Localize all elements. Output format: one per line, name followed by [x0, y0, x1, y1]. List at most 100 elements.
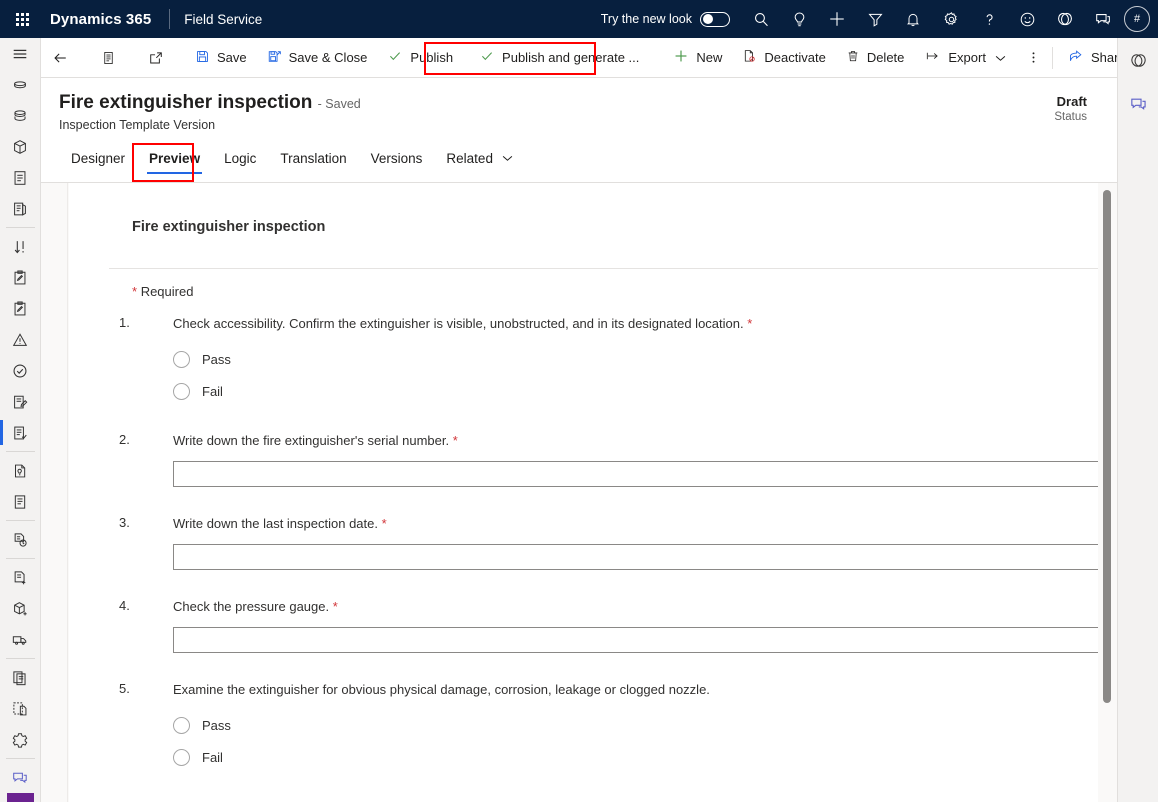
question-list: 1. Check accessibility. Confirm the exti… — [69, 315, 1110, 773]
question-label: Write down the fire extinguisher's seria… — [173, 433, 450, 448]
more-commands-button[interactable] — [1020, 38, 1047, 78]
option-label: Pass — [202, 717, 231, 733]
radio-option-pass[interactable]: Pass — [173, 709, 1098, 741]
question-text: Write down the last inspection date. * — [132, 515, 1098, 533]
document-icon[interactable] — [0, 486, 40, 517]
required-asterisk: * — [747, 316, 753, 331]
command-divider — [1051, 46, 1053, 69]
publish-button[interactable]: Publish — [377, 38, 463, 78]
radio-icon[interactable] — [173, 748, 190, 766]
delete-button[interactable]: Delete — [836, 38, 915, 78]
tab-preview[interactable]: Preview — [137, 143, 212, 176]
tab-translation[interactable]: Translation — [268, 143, 358, 176]
tab-logic[interactable]: Logic — [212, 143, 268, 176]
user-avatar[interactable]: # — [1124, 6, 1150, 32]
time-entry-icon[interactable] — [0, 524, 40, 555]
smiley-icon[interactable] — [1008, 0, 1046, 38]
assets-icon[interactable] — [0, 131, 40, 162]
app-avatar[interactable]: S — [6, 793, 34, 802]
chat-icon[interactable] — [1084, 0, 1122, 38]
rail-divider — [5, 520, 35, 521]
bell-icon[interactable] — [894, 0, 932, 38]
command-bar: Save Save & Close Publish Publish and ge… — [41, 38, 1145, 78]
schedule-board-icon[interactable] — [0, 193, 40, 224]
publish-and-generate-button[interactable]: Publish and generate ... — [469, 38, 649, 78]
inspection-template-icon[interactable] — [0, 293, 40, 324]
waffle-menu-icon[interactable] — [0, 0, 44, 38]
save-label: Save — [217, 50, 247, 65]
new-look-toggle[interactable] — [700, 11, 730, 27]
chevron-down-icon[interactable] — [993, 54, 1010, 62]
search-icon[interactable] — [742, 0, 780, 38]
scrollbar-thumb[interactable] — [1103, 190, 1111, 703]
lightbulb-icon[interactable] — [780, 0, 818, 38]
radio-icon[interactable] — [173, 716, 190, 734]
check-icon — [387, 49, 403, 66]
required-legend: * Required — [132, 284, 193, 299]
filter-icon[interactable] — [856, 0, 894, 38]
copilot-panel-icon[interactable] — [1118, 38, 1158, 82]
edit-template-icon[interactable] — [0, 386, 40, 417]
tab-versions[interactable]: Versions — [359, 143, 435, 176]
new-button[interactable]: New — [663, 38, 732, 78]
app-name[interactable]: Field Service — [184, 12, 262, 27]
pinned-icon[interactable] — [0, 100, 40, 131]
question-number: 2. — [119, 432, 130, 447]
site-map-icon[interactable] — [0, 38, 40, 69]
new-page-icon[interactable] — [0, 693, 40, 724]
feedback-chat-icon[interactable] — [0, 762, 40, 793]
purchase-order-icon[interactable] — [0, 624, 40, 655]
tab-related[interactable]: Related — [434, 142, 524, 176]
recent-icon[interactable] — [0, 69, 40, 100]
incident-icon[interactable] — [0, 324, 40, 355]
radio-option-fail[interactable]: Fail — [173, 741, 1098, 773]
back-button[interactable] — [41, 38, 80, 78]
pressure-gauge-input[interactable] — [173, 627, 1110, 653]
radio-option-pass[interactable]: Pass — [173, 343, 1098, 375]
inspection-icon[interactable] — [0, 262, 40, 293]
radio-icon[interactable] — [173, 382, 190, 400]
question-text: Write down the fire extinguisher's seria… — [132, 432, 1098, 450]
content-left-gutter — [41, 183, 68, 802]
settings-gear-icon[interactable] — [0, 724, 40, 755]
approval-icon[interactable] — [0, 355, 40, 386]
copilot-icon[interactable] — [1046, 0, 1084, 38]
add-document-icon[interactable] — [0, 562, 40, 593]
deactivate-button[interactable]: Deactivate — [732, 38, 835, 78]
chat-panel-icon[interactable] — [1118, 82, 1158, 126]
question-icon[interactable] — [970, 0, 1008, 38]
save-and-close-label: Save & Close — [288, 50, 368, 65]
export-label: Export — [948, 50, 986, 65]
form-divider — [109, 268, 1098, 269]
saved-indicator: - Saved — [317, 97, 361, 111]
tab-designer[interactable]: Designer — [59, 143, 137, 176]
serial-number-input[interactable] — [173, 461, 1110, 487]
inspection-template-version-icon[interactable] — [0, 417, 40, 448]
inspection-form-panel: Fire extinguisher inspection * Required … — [69, 183, 1110, 802]
radio-option-fail[interactable]: Fail — [173, 375, 1098, 407]
sort-priority-icon[interactable] — [0, 231, 40, 262]
insight-icon[interactable] — [0, 455, 40, 486]
save-and-close-button[interactable]: Save & Close — [257, 38, 378, 78]
save-close-icon — [267, 49, 282, 67]
gear-icon[interactable] — [932, 0, 970, 38]
add-product-icon[interactable] — [0, 593, 40, 624]
suite-bar-actions: Try the new look # — [601, 0, 1158, 38]
save-button[interactable]: Save — [185, 38, 257, 78]
question-text: Check the pressure gauge. * — [132, 598, 1098, 616]
open-in-new-window-button[interactable] — [137, 38, 175, 78]
last-inspection-date-input[interactable] — [173, 544, 1110, 570]
brand-title[interactable]: Dynamics 365 — [44, 11, 151, 28]
export-button[interactable]: Export — [914, 38, 1020, 78]
deactivate-icon — [742, 48, 757, 67]
content-vertical-scrollbar[interactable] — [1098, 183, 1117, 802]
work-order-icon[interactable] — [0, 162, 40, 193]
try-new-look-toggle-group[interactable]: Try the new look — [601, 11, 730, 27]
form-title: Fire extinguisher inspection — [132, 219, 326, 235]
copy-document-icon[interactable] — [0, 662, 40, 693]
plus-icon[interactable] — [818, 0, 856, 38]
form-selector-button[interactable] — [90, 38, 127, 78]
required-asterisk: * — [452, 433, 458, 448]
radio-icon[interactable] — [173, 350, 190, 368]
record-header: Fire extinguisher inspection - Saved Ins… — [41, 78, 1117, 183]
